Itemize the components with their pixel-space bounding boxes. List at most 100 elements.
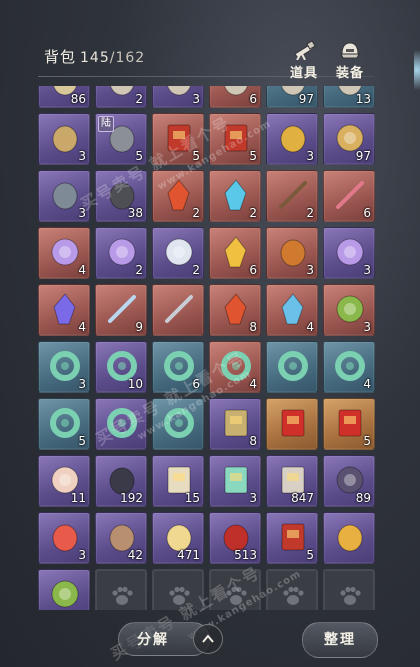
inventory-header: 背包 145/162 道具 装备: [0, 0, 420, 88]
inventory-slot[interactable]: 3: [323, 284, 375, 336]
empty-slot[interactable]: [266, 569, 318, 610]
inventory-slot[interactable]: [95, 398, 147, 450]
decompose-label: 分解: [137, 632, 169, 648]
slot-quantity: 3: [78, 377, 86, 391]
header-divider: [38, 76, 374, 77]
equipment-tab[interactable]: 装备: [330, 40, 370, 81]
inventory-slot[interactable]: 10: [95, 341, 147, 393]
inventory-slot[interactable]: 97: [323, 113, 375, 165]
slot-quantity: 3: [306, 149, 314, 163]
tools-tab[interactable]: 道具: [284, 40, 324, 81]
slot-quantity: 5: [306, 548, 314, 562]
inventory-slot[interactable]: 3: [266, 113, 318, 165]
slot-quantity: 97: [355, 149, 371, 163]
equipment-label: 装备: [335, 66, 364, 81]
expand-toggle-button[interactable]: [193, 624, 223, 654]
inventory-slot[interactable]: 3: [38, 113, 90, 165]
inventory-slot[interactable]: 2: [152, 227, 204, 279]
slot-quantity: 13: [355, 92, 371, 106]
inventory-slot[interactable]: [152, 284, 204, 336]
inventory-slot[interactable]: [38, 569, 90, 610]
inventory-slot[interactable]: 5: [323, 398, 375, 450]
slot-quantity: 2: [192, 206, 200, 220]
paw-icon: [226, 586, 247, 605]
inventory-slot[interactable]: 2: [95, 86, 147, 108]
inventory-slot[interactable]: [152, 398, 204, 450]
inventory-slot[interactable]: [266, 341, 318, 393]
inventory-slot[interactable]: 847: [266, 455, 318, 507]
inventory-slot[interactable]: 4: [38, 284, 90, 336]
inventory-slot[interactable]: 2: [152, 170, 204, 222]
slot-quantity: 3: [192, 92, 200, 106]
inventory-slot[interactable]: 6: [323, 170, 375, 222]
inventory-slot[interactable]: 192: [95, 455, 147, 507]
slot-quantity: 2: [135, 263, 143, 277]
arrange-button[interactable]: 整理: [302, 622, 378, 658]
tools-label: 道具: [289, 66, 318, 81]
inventory-slot[interactable]: 4: [209, 341, 261, 393]
paw-icon: [283, 586, 304, 605]
inventory-slot[interactable]: 89: [323, 455, 375, 507]
inventory-slot[interactable]: 38: [95, 170, 147, 222]
inventory-slot[interactable]: 3: [38, 341, 90, 393]
capacity: /162: [109, 50, 146, 66]
inventory-grid-viewport[interactable]: 86 2 3 6 97 13 3 陆 5 5 5 3 97 3 38 2 2 2 6 4 2 2 6 3 3 4 9 8 4 3 3 10 6 4…: [38, 86, 378, 610]
inventory-slot[interactable]: 11: [38, 455, 90, 507]
inventory-slot[interactable]: 3: [38, 512, 90, 564]
inventory-slot[interactable]: 5: [209, 113, 261, 165]
empty-slot[interactable]: [323, 569, 375, 610]
chevron-up-icon: [202, 634, 214, 643]
inventory-slot[interactable]: 6: [209, 227, 261, 279]
empty-slot[interactable]: [95, 569, 147, 610]
inventory-slot[interactable]: 4: [266, 284, 318, 336]
inventory-slot[interactable]: 8: [209, 284, 261, 336]
inventory-slot[interactable]: 2: [266, 170, 318, 222]
inventory-slot[interactable]: 4: [323, 341, 375, 393]
slot-quantity: 5: [192, 149, 200, 163]
slot-quantity: 4: [249, 377, 257, 391]
inventory-slot[interactable]: 513: [209, 512, 261, 564]
inventory-slot[interactable]: 2: [95, 227, 147, 279]
inventory-slot[interactable]: 3: [266, 227, 318, 279]
inventory-slot[interactable]: 42: [95, 512, 147, 564]
empty-slot[interactable]: [209, 569, 261, 610]
inventory-slot[interactable]: 97: [266, 86, 318, 108]
inventory-slot[interactable]: 8: [209, 398, 261, 450]
inventory-slot[interactable]: 15: [152, 455, 204, 507]
inventory-slot[interactable]: 3: [209, 455, 261, 507]
slot-quantity: 9: [135, 320, 143, 334]
slot-quantity: 6: [192, 377, 200, 391]
inventory-slot[interactable]: 9: [95, 284, 147, 336]
slot-quantity: 5: [78, 434, 86, 448]
inventory-slot[interactable]: 6: [209, 86, 261, 108]
inventory-slot[interactable]: 5: [152, 113, 204, 165]
jade-ring-icon: [107, 408, 137, 438]
slot-quantity: 3: [249, 491, 257, 505]
inventory-slot[interactable]: [266, 398, 318, 450]
inventory-slot[interactable]: 5: [38, 398, 90, 450]
inventory-slot[interactable]: 3: [152, 86, 204, 108]
inventory-slot[interactable]: 86: [38, 86, 90, 108]
slot-quantity: 6: [363, 206, 371, 220]
slot-quantity: 2: [249, 206, 257, 220]
slot-quantity: 6: [249, 263, 257, 277]
red-envelope-icon: [281, 409, 305, 437]
slot-quantity: 4: [78, 263, 86, 277]
inventory-slot[interactable]: 471: [152, 512, 204, 564]
slot-quantity: 5: [363, 434, 371, 448]
inventory-slot[interactable]: 4: [38, 227, 90, 279]
edge-glow: [414, 50, 420, 90]
inventory-slot[interactable]: [323, 512, 375, 564]
gold-egg-icon: [337, 524, 363, 552]
slot-quantity: 847: [291, 491, 314, 505]
inventory-slot[interactable]: 陆5: [95, 113, 147, 165]
slot-quantity: 3: [306, 263, 314, 277]
inventory-slot[interactable]: 5: [266, 512, 318, 564]
inventory-slot[interactable]: 6: [152, 341, 204, 393]
inventory-slot[interactable]: 3: [38, 170, 90, 222]
empty-slot[interactable]: [152, 569, 204, 610]
inventory-slot[interactable]: 3: [323, 227, 375, 279]
inventory-slot[interactable]: 13: [323, 86, 375, 108]
slot-quantity: 3: [363, 320, 371, 334]
inventory-slot[interactable]: 2: [209, 170, 261, 222]
